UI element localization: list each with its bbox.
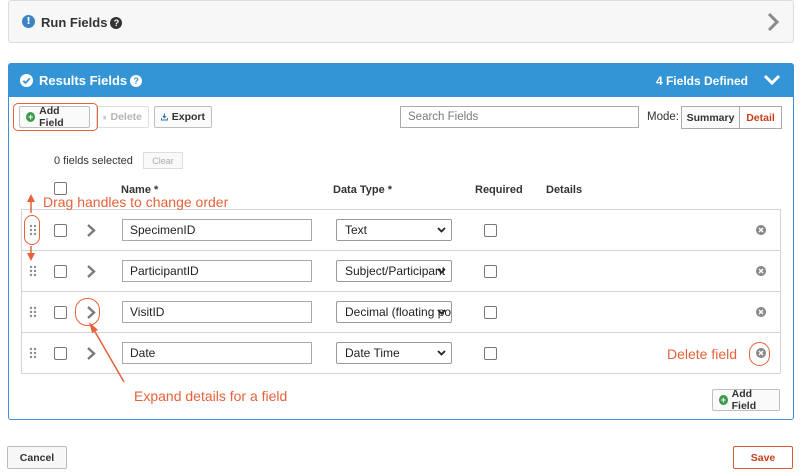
field-name-input[interactable]: Date xyxy=(122,342,312,364)
field-name-input[interactable]: VisitID xyxy=(122,301,312,323)
download-icon xyxy=(161,113,168,121)
mode-detail-button[interactable]: Detail xyxy=(740,106,782,129)
drag-handles-annotation: Drag handles to change order xyxy=(43,194,229,210)
field-name-input[interactable]: SpecimenID xyxy=(122,219,312,241)
drag-handle-highlight xyxy=(24,215,40,245)
fields-defined-count: 4 Fields Defined xyxy=(655,74,748,88)
question-icon[interactable]: ? xyxy=(130,75,143,87)
run-fields-title: Run Fields? xyxy=(41,15,123,30)
field-required-checkbox[interactable] xyxy=(484,265,497,278)
mode-label: Mode: xyxy=(647,111,679,123)
mode-toggle: Summary Detail xyxy=(681,106,782,129)
field-data-type-select[interactable]: Text xyxy=(336,219,452,241)
delete-highlight xyxy=(749,342,770,366)
delete-button[interactable]: Delete xyxy=(96,106,149,128)
field-row: ParticipantID Subject/Participant xyxy=(22,251,780,292)
delete-field-annotation: Delete field xyxy=(667,346,738,362)
field-name-input[interactable]: ParticipantID xyxy=(122,260,312,282)
column-header-required: Required xyxy=(475,184,523,196)
run-fields-panel[interactable]: ! Run Fields? xyxy=(8,0,794,43)
expand-highlight xyxy=(75,298,100,326)
field-select-checkbox[interactable] xyxy=(54,265,67,278)
field-row: VisitID Decimal (floating point) xyxy=(22,292,780,333)
field-select-checkbox[interactable] xyxy=(54,224,67,237)
save-button[interactable]: Save xyxy=(733,446,793,469)
add-field-highlight xyxy=(13,103,98,131)
results-fields-header[interactable]: Results Fields? 4 Fields Defined xyxy=(9,64,793,97)
results-fields-title: Results Fields? xyxy=(39,73,143,88)
results-fields-panel: Results Fields? 4 Fields Defined + Add F… xyxy=(8,63,794,420)
drag-handle-icon[interactable] xyxy=(29,347,37,359)
check-circle-icon xyxy=(20,74,33,87)
add-field-bottom-button[interactable]: + Add Field xyxy=(712,388,780,412)
chevron-down-icon[interactable] xyxy=(763,73,781,87)
drag-handle-icon[interactable] xyxy=(29,265,37,277)
field-data-type-select[interactable]: Subject/Participant xyxy=(336,260,452,282)
caret-down-icon xyxy=(437,227,446,233)
caret-down-icon xyxy=(437,309,446,315)
info-circle-icon: ! xyxy=(22,15,35,28)
field-select-checkbox[interactable] xyxy=(54,347,67,360)
clear-selection-button[interactable]: Clear xyxy=(143,152,183,169)
field-data-type-select[interactable]: Decimal (floating point) xyxy=(336,301,452,323)
field-data-type-select[interactable]: Date Time xyxy=(336,342,452,364)
field-required-checkbox[interactable] xyxy=(484,224,497,237)
caret-down-icon xyxy=(437,268,446,274)
column-header-details: Details xyxy=(546,184,583,196)
field-required-checkbox[interactable] xyxy=(484,347,497,360)
field-select-checkbox[interactable] xyxy=(54,306,67,319)
chevron-right-icon[interactable] xyxy=(86,346,96,361)
caret-down-icon xyxy=(437,350,446,356)
remove-field-icon[interactable] xyxy=(756,225,766,235)
search-fields-input[interactable] xyxy=(400,106,639,128)
field-required-checkbox[interactable] xyxy=(484,306,497,319)
chevron-right-icon[interactable] xyxy=(86,264,96,279)
cancel-button[interactable]: Cancel xyxy=(7,446,67,469)
field-row: SpecimenID Text xyxy=(22,210,780,251)
fields-selected-count: 0 fields selected xyxy=(54,155,133,167)
remove-field-icon[interactable] xyxy=(756,307,766,317)
chevron-right-icon[interactable] xyxy=(86,223,96,238)
trash-icon xyxy=(103,115,107,119)
mode-summary-button[interactable]: Summary xyxy=(681,106,740,129)
export-button[interactable]: Export xyxy=(154,106,212,128)
drag-handle-icon[interactable] xyxy=(29,306,37,318)
remove-field-icon[interactable] xyxy=(756,266,766,276)
plus-circle-icon: + xyxy=(719,395,728,405)
expand-details-annotation: Expand details for a field xyxy=(134,388,288,404)
question-icon[interactable]: ? xyxy=(110,17,123,29)
column-header-data-type: Data Type * xyxy=(333,184,393,196)
chevron-right-icon[interactable] xyxy=(767,12,779,32)
